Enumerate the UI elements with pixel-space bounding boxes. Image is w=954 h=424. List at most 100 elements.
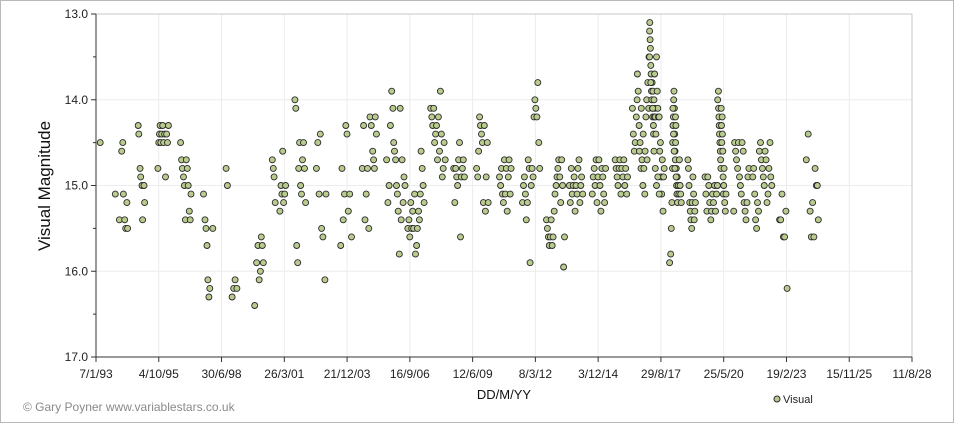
data-point: [676, 182, 684, 189]
x-tick-label: 11/8/28: [892, 367, 931, 381]
data-point: [613, 173, 621, 181]
data-point: [391, 147, 398, 155]
data-point: [180, 173, 187, 181]
data-point: [137, 173, 145, 181]
data-point: [314, 139, 322, 147]
data-point: [617, 190, 625, 198]
data-point: [810, 233, 818, 241]
data-point: [228, 293, 236, 301]
data-point: [177, 139, 185, 147]
data-point: [670, 147, 678, 155]
data-point: [506, 190, 514, 198]
data-point: [684, 164, 692, 172]
data-point: [670, 96, 678, 104]
data-point: [415, 207, 422, 215]
data-point: [384, 199, 392, 207]
x-tick-label: 19/2/23: [766, 367, 806, 381]
data-point: [481, 207, 489, 215]
data-point: [650, 147, 658, 155]
data-point: [576, 199, 584, 207]
data-point: [767, 173, 775, 181]
data-point: [271, 199, 279, 207]
data-point: [255, 276, 263, 284]
data-point: [419, 182, 427, 189]
data-point: [428, 113, 436, 121]
data-point: [520, 173, 528, 181]
data-point: [209, 224, 217, 232]
data-point: [721, 199, 729, 207]
data-point: [761, 147, 769, 155]
data-point: [392, 156, 400, 164]
data-point: [119, 139, 127, 147]
data-point: [750, 164, 758, 172]
data-point: [809, 199, 817, 207]
data-point: [432, 130, 440, 138]
data-point: [714, 87, 722, 95]
data-point: [653, 87, 661, 95]
data-point: [758, 164, 766, 172]
data-point: [593, 199, 601, 207]
data-point: [764, 190, 772, 198]
data-point: [649, 122, 657, 129]
data-point: [398, 156, 406, 164]
y-axis-title: Visual Magnitude: [35, 121, 54, 251]
data-point: [140, 182, 148, 189]
data-point: [295, 164, 303, 172]
data-point: [182, 156, 190, 164]
data-point: [139, 216, 147, 224]
data-point: [411, 190, 419, 198]
data-point: [688, 224, 696, 232]
data-point: [677, 199, 685, 207]
y-ticks: 13.0 14.0 15.0 16.0 17.0: [65, 7, 96, 364]
data-point: [641, 190, 649, 198]
data-point: [361, 216, 369, 224]
data-point: [651, 164, 659, 172]
data-point: [710, 199, 717, 207]
data-point: [646, 53, 654, 61]
data-point: [737, 190, 745, 198]
data-point: [233, 284, 241, 292]
data-point: [413, 224, 421, 232]
y-tick-label: 17.0: [65, 350, 89, 364]
data-point: [183, 164, 191, 172]
data-point: [666, 259, 674, 267]
data-point: [205, 293, 213, 301]
data-point: [342, 122, 350, 129]
data-point: [636, 139, 644, 147]
data-point: [507, 164, 515, 172]
data-point: [651, 70, 659, 78]
data-point: [561, 233, 568, 241]
y-tick-label: 16.0: [65, 264, 89, 278]
y-tick-label: 15.0: [65, 179, 89, 193]
data-point: [660, 173, 668, 181]
data-point: [550, 207, 558, 215]
data-point: [438, 173, 446, 181]
data-point: [766, 139, 774, 147]
data-point: [718, 139, 726, 147]
data-point: [280, 199, 288, 207]
data-point: [813, 182, 821, 189]
data-point: [431, 139, 439, 147]
y-tick-label: 14.0: [65, 93, 89, 107]
data-point: [318, 224, 326, 232]
data-point: [639, 130, 647, 138]
data-point: [301, 164, 308, 172]
data-point: [571, 207, 579, 215]
data-point: [575, 156, 583, 164]
x-axis-title: DD/M/YY: [477, 387, 532, 402]
data-point: [454, 182, 462, 189]
data-point: [297, 182, 305, 189]
data-point: [482, 173, 490, 181]
data-point: [344, 207, 352, 215]
data-point: [588, 190, 596, 198]
data-point: [478, 130, 485, 138]
data-point: [669, 104, 677, 112]
data-point: [713, 190, 720, 198]
data-point: [497, 182, 505, 189]
data-point: [755, 147, 763, 155]
data-point: [751, 190, 759, 198]
data-point: [632, 113, 640, 121]
data-point: [552, 182, 560, 189]
data-point: [677, 190, 685, 198]
data-point: [401, 182, 409, 189]
